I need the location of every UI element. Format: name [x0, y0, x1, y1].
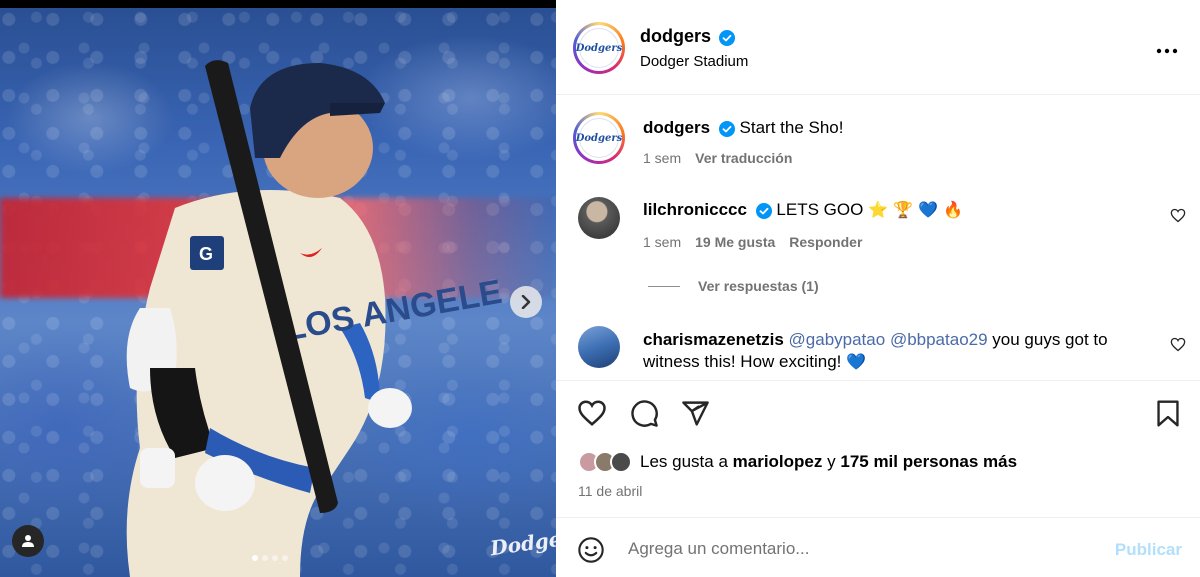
caption-meta: 1 sem Ver traducción — [643, 150, 792, 166]
svg-text:G: G — [199, 244, 213, 264]
comment-avatar[interactable] — [578, 326, 620, 368]
post-actions: Les gusta a mariolopez y 175 mil persona… — [556, 380, 1200, 517]
likes-prefix: Les gusta a — [640, 452, 728, 471]
comment-username[interactable]: lilchronicccc — [643, 200, 747, 219]
save-button[interactable] — [1155, 399, 1181, 433]
comment-username[interactable]: charismazenetzis — [643, 330, 784, 349]
emoji-button[interactable] — [577, 536, 605, 569]
reply-button[interactable]: Responder — [789, 234, 862, 250]
comment-text: LETS GOO — [776, 200, 864, 219]
publish-button[interactable]: Publicar — [1115, 540, 1182, 560]
liker-username[interactable]: mariolopez — [733, 452, 823, 472]
author-username[interactable]: dodgers — [640, 26, 711, 46]
carousel-dot — [252, 555, 258, 561]
comment-button[interactable] — [630, 399, 659, 433]
post-header: Dodgers dodgers Dodger Stadium — [556, 0, 1200, 95]
user-tag-icon — [22, 535, 34, 547]
comment-meta: 1 sem 19 Me gusta Responder — [643, 234, 862, 250]
comment-emoji: 💙 — [846, 352, 867, 371]
player-illustration: LOS ANGELE G — [126, 60, 505, 577]
view-replies-label: Ver respuestas (1) — [698, 278, 819, 294]
avatar — [610, 451, 632, 473]
verified-badge-icon — [718, 120, 735, 137]
author-name-row: dodgers — [640, 26, 736, 47]
mention-link[interactable]: @gabypatao — [789, 330, 886, 349]
emoji-icon — [578, 537, 604, 563]
liker-avatars — [578, 451, 632, 473]
heart-icon — [1170, 208, 1186, 223]
caption-username[interactable]: dodgers — [643, 118, 710, 137]
caption-avatar[interactable]: Dodgers — [573, 112, 625, 164]
author-avatar[interactable]: Dodgers — [573, 22, 625, 74]
comment-avatar[interactable] — [578, 197, 620, 239]
carousel-dot — [262, 555, 268, 561]
verified-badge-icon — [755, 202, 772, 219]
verified-badge-icon — [719, 29, 736, 46]
likes-conj: y — [827, 452, 836, 471]
view-replies-button[interactable]: Ver respuestas (1) — [648, 278, 819, 294]
user-tag-button[interactable] — [12, 525, 44, 557]
carousel-dot — [272, 555, 278, 561]
comment-icon — [631, 400, 658, 427]
dodgers-logo: Dodgers — [576, 28, 622, 68]
caption-text: Start the Sho! — [739, 118, 844, 137]
like-comment-button[interactable] — [1170, 208, 1186, 228]
heart-icon — [1170, 337, 1186, 352]
chevron-right-icon — [521, 295, 531, 309]
add-comment-bar: Publicar — [556, 517, 1200, 577]
post-details-panel: Dodgers dodgers Dodger Stadium Dodgers d… — [556, 0, 1200, 577]
share-icon — [682, 401, 709, 426]
post-location[interactable]: Dodger Stadium — [640, 53, 748, 70]
comment-row: charismazenetzis @gabypatao @bbpatao29 y… — [643, 329, 1163, 373]
comment-input[interactable] — [628, 536, 1088, 562]
post-image[interactable]: LOS ANGELE G Dodgers — [0, 8, 556, 577]
likes-others[interactable]: 175 mil personas más — [840, 452, 1017, 472]
comment-row: lilchronicccc LETS GOO ⭐ 🏆 💙 🔥 — [643, 199, 963, 221]
comment-likes[interactable]: 19 Me gusta — [695, 234, 775, 250]
bookmark-icon — [1157, 400, 1179, 427]
carousel-dots — [252, 555, 288, 561]
mention-link[interactable]: @bbpatao29 — [890, 330, 988, 349]
caption-time[interactable]: 1 sem — [643, 150, 681, 166]
comment-time[interactable]: 1 sem — [643, 234, 681, 250]
dodgers-logo: Dodgers — [576, 118, 622, 158]
comment-emoji: ⭐ 🏆 💙 🔥 — [868, 200, 964, 219]
next-image-button[interactable] — [510, 286, 542, 318]
like-button[interactable] — [577, 399, 607, 432]
like-comment-button[interactable] — [1170, 337, 1186, 357]
translate-link[interactable]: Ver traducción — [695, 150, 792, 166]
caption-text-row: dodgers Start the Sho! — [643, 117, 843, 139]
comment-text: witness this! How exciting! — [643, 352, 842, 371]
comment-text: you guys got to — [992, 330, 1108, 349]
share-button[interactable] — [681, 399, 710, 433]
heart-icon — [578, 400, 606, 426]
more-options-button[interactable] — [1156, 34, 1178, 60]
likes-summary[interactable]: Les gusta a mariolopez y 175 mil persona… — [578, 451, 1017, 473]
carousel-dot — [282, 555, 288, 561]
divider-line — [648, 285, 680, 287]
post-date[interactable]: 11 de abril — [578, 483, 642, 499]
more-icon — [1156, 48, 1178, 54]
